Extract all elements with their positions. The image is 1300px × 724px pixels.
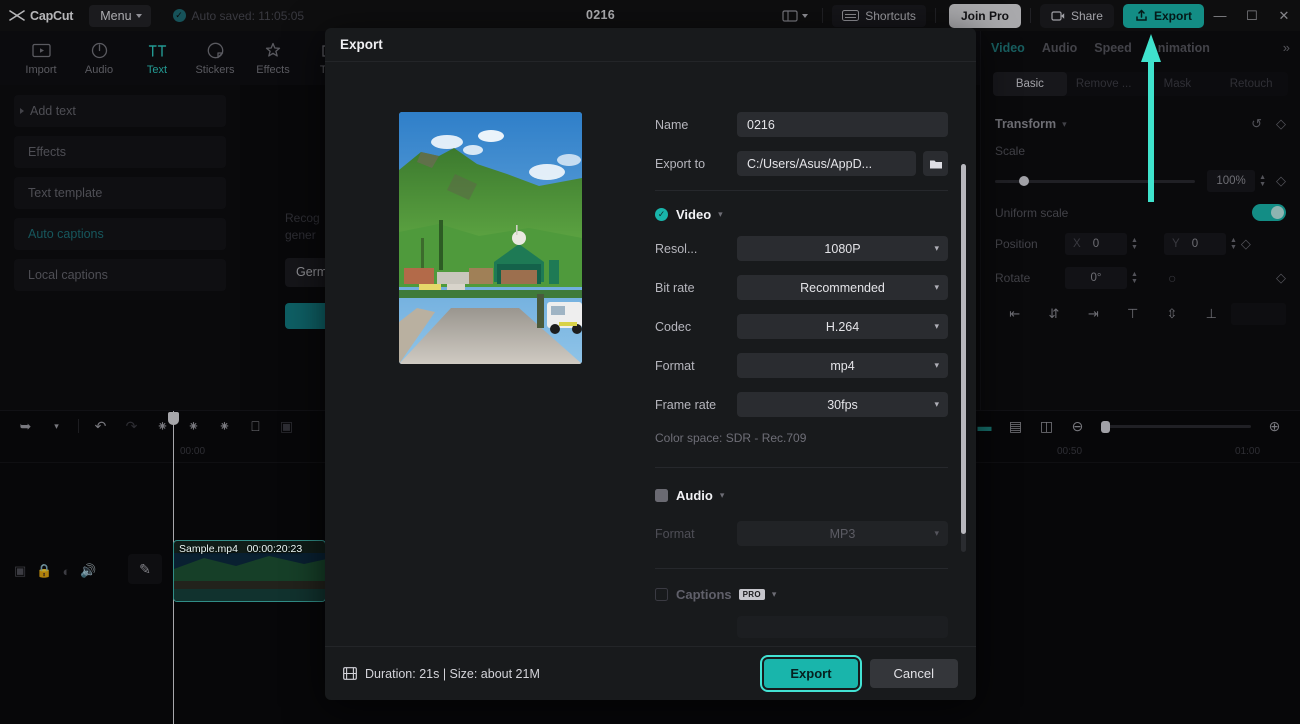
captions-checkbox[interactable] bbox=[655, 588, 668, 601]
export-dialog-header: Export bbox=[325, 28, 976, 62]
chevron-down-icon: ▾ bbox=[934, 243, 939, 253]
format-row: Format mp4 ▾ bbox=[655, 353, 976, 378]
framerate-label: Frame rate bbox=[655, 397, 717, 412]
audio-format-row: Format MP3 ▾ bbox=[655, 521, 976, 546]
export-to-label: Export to bbox=[655, 156, 706, 171]
export-dialog-body: Name 0216 Export to C:/Users/Asus/AppD..… bbox=[325, 62, 976, 646]
video-section-label: Video bbox=[676, 207, 712, 222]
browse-folder-button[interactable] bbox=[923, 151, 948, 176]
export-dialog-footer: Duration: 21s | Size: about 21M Export C… bbox=[325, 646, 976, 700]
color-space-info: Color space: SDR - Rec.709 bbox=[655, 431, 807, 445]
chevron-down-icon: ▾ bbox=[934, 360, 939, 370]
codec-row: Codec H.264 ▾ bbox=[655, 314, 976, 339]
chevron-down-icon[interactable]: ▾ bbox=[720, 490, 725, 501]
framerate-value: 30fps bbox=[827, 397, 858, 412]
bitrate-row: Bit rate Recommended ▾ bbox=[655, 275, 976, 300]
chevron-down-icon: ▾ bbox=[934, 528, 939, 538]
bitrate-value: Recommended bbox=[800, 280, 885, 295]
capcut-window: CapCut Menu ✓ Auto saved: 11:05:05 0216 … bbox=[0, 0, 1300, 724]
export-to-row: Export to C:/Users/Asus/AppD... bbox=[655, 151, 976, 176]
video-section-header: ✓ Video ▾ bbox=[655, 207, 976, 222]
framerate-row: Frame rate 30fps ▾ bbox=[655, 392, 976, 417]
pro-badge: PRO bbox=[738, 589, 765, 600]
chevron-down-icon[interactable]: ▾ bbox=[718, 209, 723, 220]
audio-format-select: MP3 ▾ bbox=[737, 521, 948, 546]
chevron-down-icon[interactable]: ▾ bbox=[772, 589, 777, 600]
bitrate-label: Bit rate bbox=[655, 280, 695, 295]
captions-format-select bbox=[737, 616, 948, 638]
divider bbox=[655, 568, 948, 569]
export-path-input[interactable]: C:/Users/Asus/AppD... bbox=[737, 151, 916, 176]
framerate-select[interactable]: 30fps ▾ bbox=[737, 392, 948, 417]
dialog-cancel-button[interactable]: Cancel bbox=[869, 659, 958, 688]
chevron-down-icon: ▾ bbox=[934, 321, 939, 331]
name-row: Name 0216 bbox=[655, 112, 976, 137]
divider bbox=[655, 467, 948, 468]
audio-section-label: Audio bbox=[676, 488, 713, 503]
name-label: Name bbox=[655, 117, 689, 132]
codec-value: H.264 bbox=[825, 319, 860, 334]
export-dialog-title: Export bbox=[340, 37, 383, 52]
divider bbox=[655, 190, 948, 191]
audio-format-label: Format bbox=[655, 526, 695, 541]
video-preview-thumbnail bbox=[398, 112, 582, 364]
export-form: Name 0216 Export to C:/Users/Asus/AppD..… bbox=[655, 62, 976, 646]
dialog-scrollbar[interactable] bbox=[961, 164, 966, 552]
resolution-value: 1080P bbox=[824, 241, 861, 256]
preview-column bbox=[325, 62, 655, 646]
resolution-row: Resol... 1080P ▾ bbox=[655, 236, 976, 261]
chevron-down-icon: ▾ bbox=[934, 282, 939, 292]
clip-label: Sample.mp4 00:00:20:23 bbox=[179, 543, 302, 555]
dialog-export-button[interactable]: Export bbox=[760, 655, 862, 692]
export-dialog: Export Name 0216 Export to C:/Users/Asus… bbox=[325, 28, 976, 700]
scrollbar-thumb[interactable] bbox=[961, 164, 966, 534]
name-input[interactable]: 0216 bbox=[737, 112, 948, 137]
folder-icon bbox=[929, 160, 942, 168]
duration-size-info: Duration: 21s | Size: about 21M bbox=[343, 667, 540, 681]
resolution-select[interactable]: 1080P ▾ bbox=[737, 236, 948, 261]
footer-info-text: Duration: 21s | Size: about 21M bbox=[365, 666, 540, 681]
format-value: mp4 bbox=[830, 358, 855, 373]
film-icon bbox=[343, 667, 357, 680]
captions-format-row bbox=[655, 616, 976, 638]
captions-section-header: Captions PRO ▾ bbox=[655, 587, 976, 602]
video-checkbox[interactable]: ✓ bbox=[655, 208, 668, 221]
chevron-down-icon: ▾ bbox=[934, 399, 939, 409]
format-select[interactable]: mp4 ▾ bbox=[737, 353, 948, 378]
codec-select[interactable]: H.264 ▾ bbox=[737, 314, 948, 339]
codec-label: Codec bbox=[655, 319, 692, 334]
audio-format-value: MP3 bbox=[829, 526, 856, 541]
clip-duration: 00:00:20:23 bbox=[246, 543, 303, 555]
captions-section-label: Captions bbox=[676, 587, 732, 602]
audio-checkbox[interactable] bbox=[655, 489, 668, 502]
format-label: Format bbox=[655, 358, 695, 373]
clip-name: Sample.mp4 bbox=[179, 543, 238, 555]
resolution-label: Resol... bbox=[655, 241, 698, 256]
bitrate-select[interactable]: Recommended ▾ bbox=[737, 275, 948, 300]
audio-section-header: Audio ▾ bbox=[655, 488, 976, 503]
